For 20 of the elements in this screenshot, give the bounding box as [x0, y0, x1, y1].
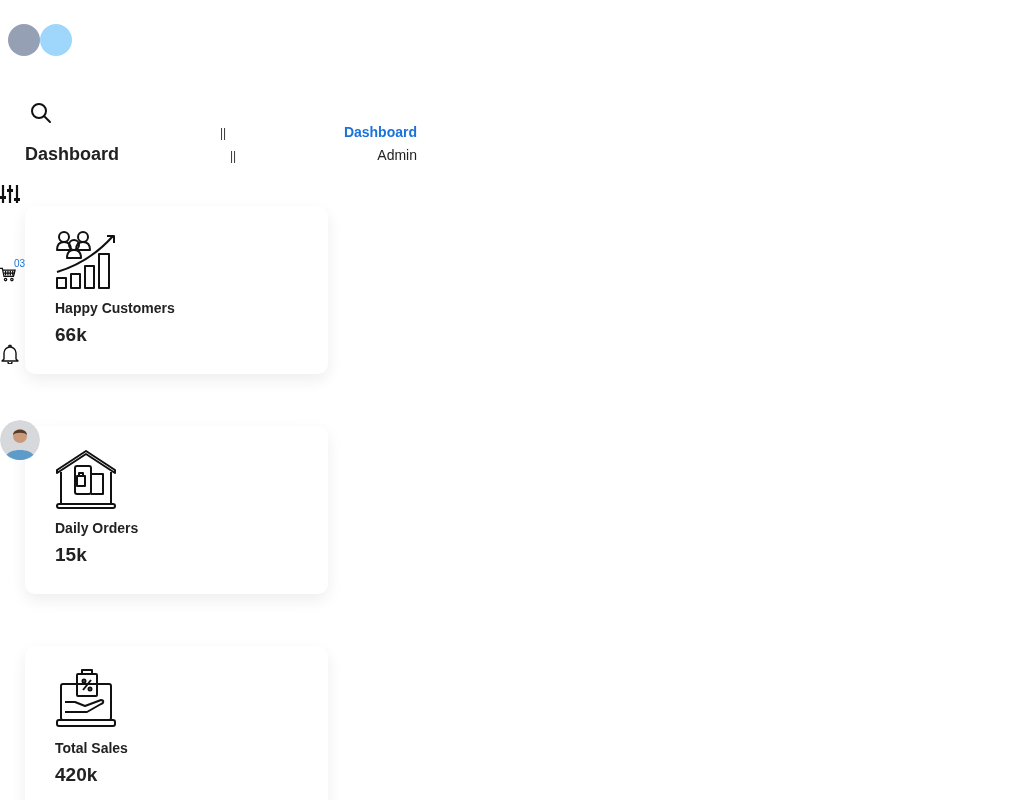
stat-value: 15k	[55, 544, 87, 566]
stat-label: Happy Customers	[55, 300, 175, 316]
house-phone-icon	[55, 448, 117, 510]
laptop-bag-icon	[55, 668, 117, 730]
breadcrumb-separator: ||	[220, 126, 227, 140]
page-title: Dashboard	[25, 144, 121, 165]
logo-icon	[8, 24, 72, 56]
sliders-icon[interactable]	[0, 184, 20, 204]
breadcrumb-link[interactable]: Admin	[377, 147, 417, 163]
cart-count: 03	[13, 258, 25, 269]
breadcrumb-link[interactable]: Dashboard	[343, 124, 417, 140]
stat-value: 420k	[55, 764, 98, 786]
stat-label: Total Sales	[55, 740, 128, 756]
breadcrumb-separator: ||	[230, 149, 237, 163]
search-icon[interactable]	[30, 102, 52, 124]
avatar[interactable]	[0, 420, 40, 460]
chart-people-icon	[55, 228, 117, 290]
bell-icon[interactable]	[0, 344, 20, 364]
stat-label: Daily Orders	[55, 520, 139, 536]
stat-value: 66k	[55, 324, 87, 346]
